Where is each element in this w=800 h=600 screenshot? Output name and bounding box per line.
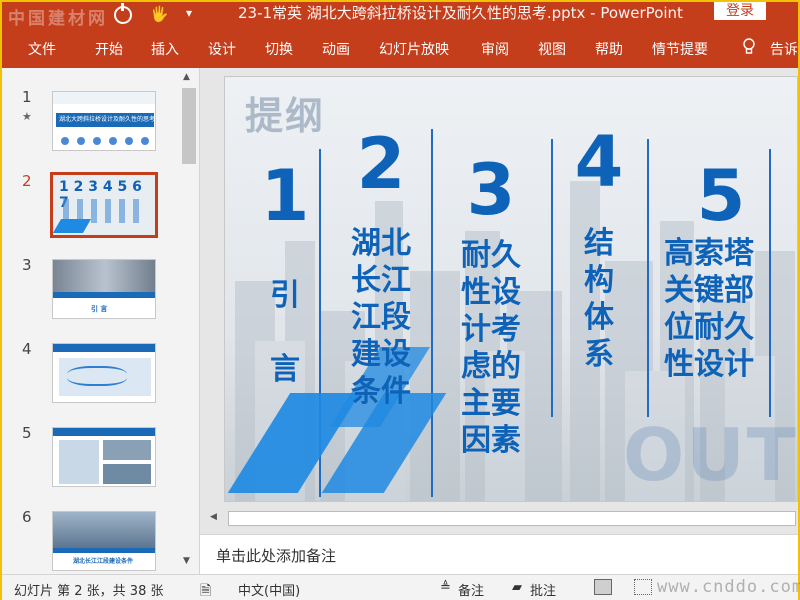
tab-file[interactable]: 文件 — [28, 39, 56, 59]
slide-heading: 提纲 — [245, 94, 326, 138]
notes-pane[interactable]: 单击此处添加备注 — [200, 534, 798, 574]
current-slide[interactable]: 提纲 OUTLI 1 引 言 2 湖北 长江 江段 建设 条件 3 耐久 性设 … — [224, 76, 798, 502]
spelling-check-icon[interactable]: 🗎 — [200, 580, 211, 600]
comment-icon[interactable]: ▰ — [512, 580, 522, 595]
slide-thumb-row-5[interactable]: 5 — [2, 424, 178, 494]
outline-number-1: 1 — [260, 155, 310, 237]
tab-animations[interactable]: 动画 — [322, 39, 350, 59]
divider-line — [551, 139, 553, 417]
tab-help[interactable]: 帮助 — [595, 39, 623, 59]
chevron-down-icon[interactable]: ▾ — [186, 6, 192, 20]
tell-me-search[interactable]: 告诉 — [770, 39, 798, 59]
touch-mode-icon[interactable]: 🖐 — [150, 5, 169, 23]
login-button[interactable]: 登录 — [714, 2, 766, 20]
outline-text-2: 湖北 长江 江段 建设 条件 — [351, 226, 411, 409]
tab-transitions[interactable]: 切换 — [265, 39, 293, 59]
slide-thumb-row-4[interactable]: 4 — [2, 340, 178, 410]
thumbnail-title: 湖北大跨斜拉桥设计及耐久性的思考 — [59, 116, 156, 123]
slide-number: 3 — [22, 256, 32, 274]
title-bar: 中国建材网 🖐 ▾ 23-1常英 湖北大跨斜拉桥设计及耐久性的思考.pptx -… — [2, 2, 798, 30]
watermark-text: 中国建材网 — [8, 9, 108, 29]
divider-line — [431, 129, 433, 497]
tab-home[interactable]: 开始 — [95, 39, 123, 59]
outline-number-4: 4 — [574, 121, 624, 203]
tab-slideshow[interactable]: 幻灯片放映 — [379, 39, 449, 59]
slide-thumbnail-6[interactable]: 湖北长江江段建设条件 — [52, 511, 156, 571]
status-bar: 幻灯片 第 2 张，共 38 张 🗎 中文(中国) ≜ 备注 ▰ 批注 www.… — [2, 574, 800, 600]
slide-thumbnail-2[interactable]: 1 2 3 4 5 6 7 — [50, 172, 158, 238]
divider-line — [647, 139, 649, 417]
outline-text-5: 高索塔 关键部 位耐久 性设计 — [664, 236, 754, 382]
outline-watermark-text: OUTLI — [623, 413, 798, 497]
outline-number-3: 3 — [466, 149, 516, 231]
outline-text-1: 引 言 — [270, 278, 300, 387]
slide-number: 4 — [22, 340, 32, 358]
slide-thumbnail-3[interactable]: 引 言 — [52, 259, 156, 319]
slide-thumb-row-3[interactable]: 3 引 言 — [2, 256, 178, 326]
normal-view-button[interactable] — [594, 579, 612, 595]
thumbnail-caption: 湖北长江江段建设条件 — [73, 558, 134, 565]
slide-sorter-button[interactable] — [634, 579, 652, 595]
slide-number: 5 — [22, 424, 32, 442]
slide-thumb-row-1[interactable]: 1 ★ 湖北大跨斜拉桥设计及耐久性的思考 — [2, 88, 178, 158]
tab-insert[interactable]: 插入 — [151, 39, 179, 59]
slide-thumbnail-1[interactable]: 湖北大跨斜拉桥设计及耐久性的思考 — [52, 91, 156, 151]
site-watermark: www.cnddo.com — [657, 577, 800, 597]
scroll-down-icon[interactable]: ▼ — [183, 556, 190, 566]
outline-text-3: 耐久 性设 计考 虑的 主要 因素 — [461, 238, 521, 458]
horizontal-scrollbar[interactable]: ◀ — [200, 508, 798, 528]
notes-toggle-label[interactable]: 备注 — [458, 580, 484, 599]
slide-thumbnail-5[interactable] — [52, 427, 156, 487]
slide-editor: 提纲 OUTLI 1 引 言 2 湖北 长江 江段 建设 条件 3 耐久 性设 … — [200, 68, 798, 528]
language-indicator[interactable]: 中文(中国) — [238, 580, 300, 599]
star-icon: ★ — [22, 110, 32, 123]
tab-design[interactable]: 设计 — [208, 39, 236, 59]
outline-number-2: 2 — [356, 123, 406, 205]
divider-line — [769, 149, 771, 417]
slide-thumb-row-2[interactable]: 2 1 2 3 4 5 6 7 — [2, 172, 178, 242]
document-title: 23-1常英 湖北大跨斜拉桥设计及耐久性的思考.pptx - PowerPoin… — [238, 4, 683, 22]
tab-view[interactable]: 视图 — [538, 39, 566, 59]
slide-number: 1 — [22, 88, 32, 106]
notes-icon[interactable]: ≜ — [440, 580, 451, 595]
scroll-up-icon[interactable]: ▲ — [183, 72, 190, 82]
scroll-left-icon[interactable]: ◀ — [210, 512, 217, 522]
comments-toggle-label[interactable]: 批注 — [530, 580, 556, 599]
autosave-icon[interactable] — [114, 3, 132, 24]
thumbnail-caption: 引 言 — [91, 305, 108, 313]
tab-storyboarding[interactable]: 情节提要 — [652, 39, 708, 59]
slide-thumbnail-4[interactable] — [52, 343, 156, 403]
notes-placeholder[interactable]: 单击此处添加备注 — [216, 545, 336, 566]
tab-review[interactable]: 审阅 — [481, 39, 509, 59]
slide-count-text: 幻灯片 第 2 张，共 38 张 — [14, 584, 164, 599]
scrollbar-thumb[interactable] — [182, 88, 196, 164]
thumbnail-scrollbar[interactable]: ▲ ▼ — [179, 68, 199, 574]
outline-text-4: 结 构 体 系 — [584, 226, 614, 372]
scrollbar-track[interactable] — [228, 511, 796, 526]
slide-number: 2 — [22, 172, 32, 190]
slide-thumb-row-6[interactable]: 6 湖北长江江段建设条件 — [2, 508, 178, 578]
lightbulb-icon[interactable] — [742, 38, 756, 56]
slide-thumbnail-panel: 1 ★ 湖北大跨斜拉桥设计及耐久性的思考 2 1 2 3 4 5 6 7 3 — [2, 68, 200, 574]
slide-number: 6 — [22, 508, 32, 526]
outline-number-5: 5 — [696, 155, 746, 237]
ribbon-tabs: 文件 开始 插入 设计 切换 动画 幻灯片放映 审阅 视图 帮助 情节提要 告诉 — [2, 30, 798, 68]
